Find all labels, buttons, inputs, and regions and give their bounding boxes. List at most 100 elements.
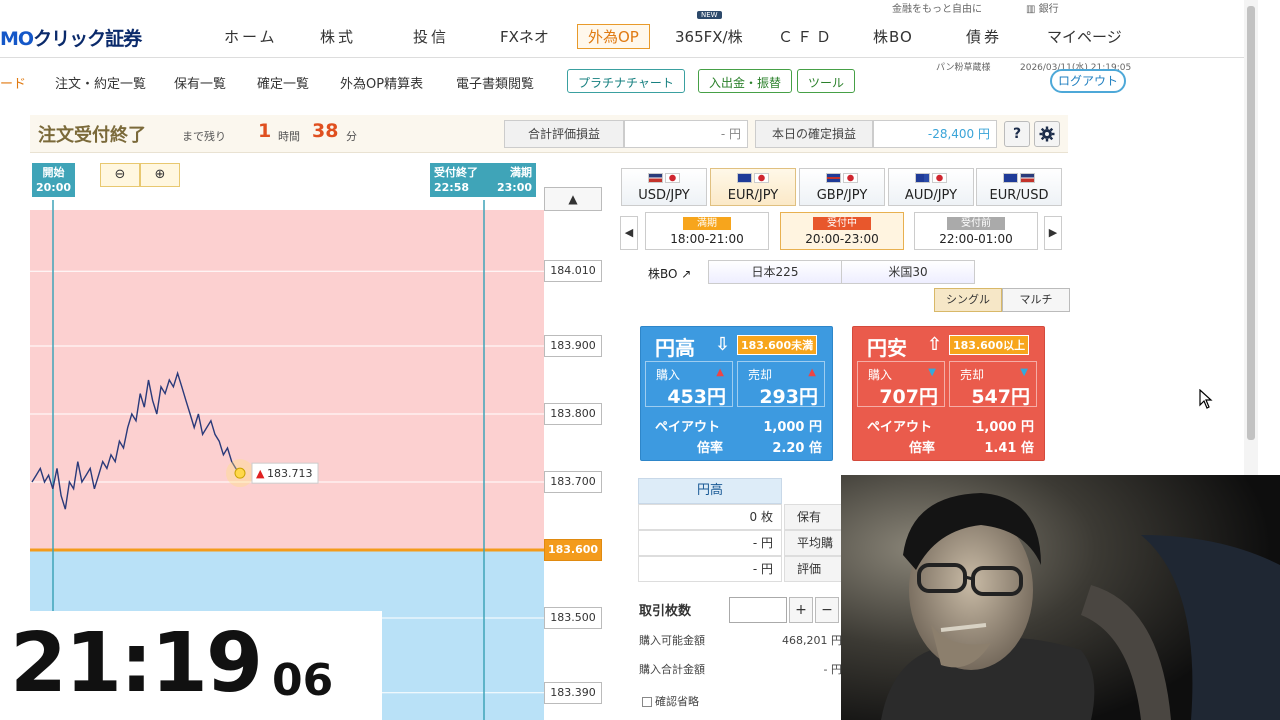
- clock-seconds: 06: [272, 655, 334, 706]
- help-icon[interactable]: ?: [1004, 121, 1030, 147]
- price-tick-label: 183.700: [544, 471, 602, 493]
- zoom-out-icon: ⊖: [114, 167, 126, 182]
- payout-label: ペイアウト: [655, 420, 721, 435]
- lot-quantity-input[interactable]: [729, 597, 787, 623]
- kabubo-link[interactable]: 株BO ↗: [648, 265, 691, 282]
- holdings-eval: - 円: [638, 556, 782, 582]
- lot-minus-button[interactable]: −: [815, 597, 839, 623]
- remaining-minutes-unit: 分: [346, 130, 357, 143]
- payout-label: ペイアウト: [867, 420, 933, 435]
- gear-icon[interactable]: [1034, 121, 1060, 147]
- pair-tab-usdjpy[interactable]: USD/JPY: [621, 168, 707, 206]
- subnav-settlement-table[interactable]: 外為OP精算表: [340, 73, 423, 92]
- pair-tab-eurjpy[interactable]: EUR/JPY: [710, 168, 796, 206]
- nav-item-fxneo[interactable]: FXネオ: [500, 26, 549, 47]
- pair-tab-gbpjpy[interactable]: GBP/JPY: [799, 168, 885, 206]
- round-status-badge: 受付中: [813, 217, 871, 230]
- jp-flag-icon: [843, 173, 858, 183]
- nav-item-fx-option[interactable]: 外為OP: [577, 24, 650, 49]
- nav-item-funds[interactable]: 投信: [413, 26, 449, 47]
- jp-flag-icon: [665, 173, 680, 183]
- top-link-free[interactable]: 金融をもっと自由に: [892, 0, 982, 15]
- subnav-settled[interactable]: 確定一覧: [257, 73, 309, 92]
- chevron-left-icon: ◀: [624, 226, 634, 239]
- eu-flag-icon: [737, 173, 752, 183]
- scroll-thumb[interactable]: [1247, 6, 1255, 440]
- multi-mode-button[interactable]: マルチ: [1002, 288, 1070, 312]
- jp-flag-icon: [932, 173, 947, 183]
- current-price-dot: [234, 467, 246, 479]
- available-amount-label: 購入可能金額: [639, 634, 705, 647]
- lot-plus-button[interactable]: +: [789, 597, 813, 623]
- price-tick-label: 183.500: [544, 607, 602, 629]
- triangle-down-icon: ▼: [928, 367, 936, 378]
- subnav-documents[interactable]: 電子書類閲覧: [456, 73, 534, 92]
- yen-low-card[interactable]: 円安 ⇧ 183.600以上 購入 ▼ 707円 売却 ▼ 547円 ペイアウト…: [852, 326, 1045, 461]
- yen-high-buy-button[interactable]: 購入 ▲ 453円: [645, 361, 733, 408]
- platinum-chart-button[interactable]: プラチナチャート: [567, 69, 685, 93]
- chart-scroll-up-button[interactable]: ▲: [544, 187, 602, 211]
- top-link-bank[interactable]: ▥ 銀行: [1026, 0, 1059, 15]
- pair-tab-eurusd[interactable]: EUR/USD: [976, 168, 1062, 206]
- ratio-value: 2.20 倍: [772, 441, 822, 456]
- brand-logo[interactable]: MOクリック証券: [0, 24, 142, 51]
- round-tab-1[interactable]: 満期 18:00-21:00: [645, 212, 769, 250]
- round-prev-button[interactable]: ◀: [620, 216, 638, 250]
- triangle-up-icon: ▲: [568, 192, 578, 206]
- nav-item-bonds[interactable]: 債券: [966, 26, 1002, 47]
- yen-low-condition: 183.600以上: [949, 335, 1030, 355]
- order-status-title: 注文受付終了: [38, 125, 146, 146]
- round-tab-3[interactable]: 受付前 22:00-01:00: [914, 212, 1038, 250]
- ratio-label: 倍率: [697, 441, 724, 456]
- screen: MOクリック証券 NEW ホーム 株式 投信 FXネオ 外為OP 365FX/株…: [0, 0, 1280, 720]
- subnav-holdings[interactable]: 保有一覧: [174, 73, 226, 92]
- yen-low-title: 円安: [867, 336, 907, 360]
- lot-label: 取引枚数: [639, 604, 692, 619]
- yen-high-card[interactable]: 円高 ⇩ 183.600未満 購入 ▲ 453円 売却 ▲ 293円 ペイアウト…: [640, 326, 833, 461]
- pair-tab-audjpy[interactable]: AUD/JPY: [888, 168, 974, 206]
- zoom-in-button[interactable]: ⊕: [140, 163, 180, 187]
- round-next-button[interactable]: ▶: [1044, 216, 1062, 250]
- price-tick-label: 183.390: [544, 681, 602, 704]
- sub-navigation: ード 注文・約定一覧 保有一覧 確定一覧 外為OP精算表 電子書類閲覧 プラチナ…: [0, 63, 1245, 100]
- yen-low-sell-button[interactable]: 売却 ▼ 547円: [949, 361, 1037, 408]
- nav-item-365fx[interactable]: 365FX/株: [675, 26, 743, 47]
- total-pl-label: 合計評価損益: [504, 120, 624, 148]
- tools-button[interactable]: ツール: [797, 69, 856, 93]
- nav-item-stocks[interactable]: 株式: [320, 26, 356, 47]
- nav-item-mypage[interactable]: マイページ: [1047, 26, 1122, 47]
- triangle-down-icon: ▼: [1020, 367, 1028, 378]
- ratio-value: 1.41 倍: [984, 441, 1034, 456]
- zoom-out-button[interactable]: ⊖: [100, 163, 140, 187]
- single-mode-button[interactable]: シングル: [934, 288, 1002, 312]
- webcam-person-image: [841, 475, 1280, 720]
- yen-low-buy-price: 707円: [879, 386, 938, 408]
- yen-low-buy-button[interactable]: 購入 ▼ 707円: [857, 361, 945, 408]
- remaining-minutes: 38: [312, 120, 339, 142]
- kabubo-japan225-button[interactable]: 日本225: [708, 260, 842, 284]
- arrow-up-icon: ⇧: [927, 334, 943, 355]
- skip-confirm-checkbox[interactable]: 確認省略: [642, 693, 699, 709]
- total-amount-label: 購入合計金額: [639, 663, 705, 676]
- price-tick-label: 184.010: [544, 260, 602, 283]
- us-flag-icon: [648, 173, 663, 183]
- subnav-partial-item[interactable]: ード: [0, 73, 26, 92]
- user-name: パン粉草蔵様: [936, 63, 991, 73]
- kabubo-us30-button[interactable]: 米国30: [841, 260, 975, 284]
- yen-high-sell-button[interactable]: 売却 ▲ 293円: [737, 361, 825, 408]
- yen-high-title: 円高: [655, 336, 695, 360]
- deposit-transfer-button[interactable]: 入出金・振替: [698, 69, 793, 93]
- subnav-orders[interactable]: 注文・約定一覧: [55, 73, 146, 92]
- round-tab-2[interactable]: 受付中 20:00-23:00: [780, 212, 904, 250]
- holdings-side-label: 保有: [784, 504, 844, 530]
- page-scrollbar[interactable]: [1244, 0, 1258, 475]
- total-pl-value: - 円: [624, 120, 748, 148]
- status-bar: 注文受付終了 まで残り 1 時間 38 分 合計評価損益 - 円 本日の確定損益…: [30, 115, 1068, 153]
- price-tick-label: 183.800: [544, 403, 602, 425]
- arrow-down-icon: ⇩: [715, 334, 731, 355]
- logout-button[interactable]: ログアウト: [1050, 69, 1126, 93]
- nav-item-kabubo[interactable]: 株BO: [873, 26, 913, 47]
- nav-item-home[interactable]: ホーム: [224, 26, 278, 47]
- nav-item-cfd[interactable]: ＣＦＤ: [778, 26, 835, 47]
- holdings-count: 0 枚: [638, 504, 782, 530]
